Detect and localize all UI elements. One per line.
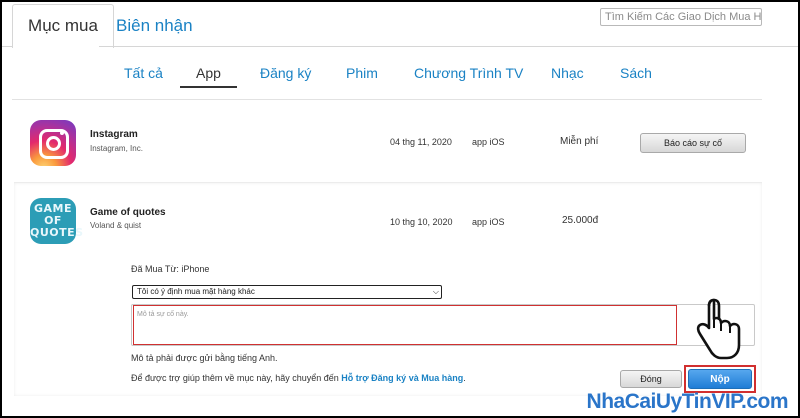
close-button[interactable]: Đóng xyxy=(620,370,682,388)
app-name: Instagram xyxy=(90,129,138,140)
language-note: Mô tả phải được gửi bằng tiếng Anh. xyxy=(131,353,278,363)
reason-selected-value: Tôi có ý định mua mặt hàng khác xyxy=(137,287,255,296)
tab-receipts[interactable]: Biên nhận xyxy=(104,4,205,48)
purchase-date: 10 thg 10, 2020 xyxy=(390,217,453,227)
tab-divider-gap xyxy=(13,46,99,48)
watermark-text: NhaCaiUyTinVIP.com xyxy=(586,390,789,413)
submit-button[interactable]: Nộp xyxy=(688,369,752,389)
category-subscriptions[interactable]: Đăng ký xyxy=(260,64,311,86)
chevron-down-icon: ⌵ xyxy=(432,287,439,296)
purchase-date: 04 thg 11, 2020 xyxy=(390,137,452,147)
search-input[interactable]: Tìm Kiếm Các Giao Dịch Mua H xyxy=(600,8,762,26)
icon-text-line: QUOTES xyxy=(30,226,84,239)
pointing-hand-icon xyxy=(696,298,741,360)
help-text-prefix: Để được trợ giúp thêm về mục này, hãy ch… xyxy=(131,373,339,383)
support-link[interactable]: Hỗ trợ Đăng ký và Mua hàng xyxy=(341,373,463,383)
category-movies[interactable]: Phim xyxy=(346,64,378,86)
purchase-history-window: Mục mua Biên nhận Tìm Kiếm Các Giao Dịch… xyxy=(2,2,798,416)
tab-purchases[interactable]: Mục mua xyxy=(12,4,114,48)
category-all[interactable]: Tất cả xyxy=(124,64,163,86)
platform: app iOS xyxy=(472,137,505,147)
app-name: Game of quotes xyxy=(90,207,166,218)
app-developer: Instagram, Inc. xyxy=(90,144,143,153)
description-textarea[interactable]: Mô tả sự cố này. xyxy=(133,305,677,345)
price: Miễn phí xyxy=(560,136,599,147)
app-developer: Voland & quist xyxy=(90,221,142,230)
platform: app iOS xyxy=(472,217,505,227)
category-music[interactable]: Nhạc xyxy=(551,64,584,86)
category-app[interactable]: App xyxy=(180,64,237,88)
bought-from-label: Đã Mua Từ: iPhone xyxy=(131,264,210,274)
help-text: Để được trợ giúp thêm về mục này, hãy ch… xyxy=(131,373,466,383)
category-divider xyxy=(12,99,762,100)
reason-select[interactable]: Tôi có ý định mua mặt hàng khác ⌵ xyxy=(132,285,442,299)
price: 25.000đ xyxy=(562,215,599,226)
game-of-quotes-icon: GAME OF QUOTES xyxy=(30,198,84,244)
report-problem-button[interactable]: Báo cáo sự cố xyxy=(640,133,746,153)
help-text-suffix: . xyxy=(463,373,466,383)
category-books[interactable]: Sách xyxy=(620,64,652,86)
instagram-icon xyxy=(30,120,76,166)
category-tv-shows[interactable]: Chương Trình TV xyxy=(414,64,523,86)
tab-divider xyxy=(2,46,798,47)
